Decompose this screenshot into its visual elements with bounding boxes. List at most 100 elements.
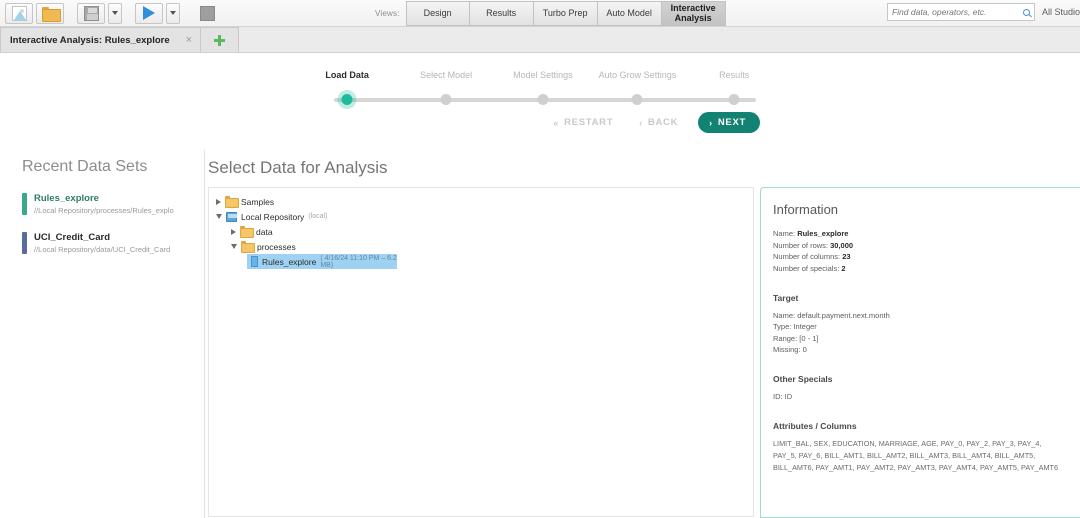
chevron-right-icon: › [709, 117, 713, 128]
open-process-button[interactable] [36, 2, 64, 24]
view-tab-interactive-analysis[interactable]: Interactive Analysis [661, 1, 726, 26]
search-icon[interactable] [1022, 8, 1030, 16]
back-button[interactable]: ‹ BACK [633, 113, 684, 132]
tree-item-sublabel: ( 4/16/24 11:10 PM – 6.2 MB) [320, 254, 397, 269]
open-folder-icon [41, 6, 61, 22]
information-heading: Information [773, 202, 839, 217]
wizard-dot-auto-grow-settings[interactable] [631, 94, 643, 105]
stop-icon [199, 5, 215, 21]
target-name-label: Name: [773, 310, 796, 320]
tree-item-label: processes [257, 241, 296, 252]
save-process-button[interactable] [77, 2, 105, 24]
recent-item-path: //Local Repository/data/UCI_Credit_Card [34, 245, 171, 254]
target-missing-row: Missing: 0 [773, 344, 1080, 356]
attributes-value: LIMIT_BAL, SEX, EDUCATION, MARRIAGE, AGE… [773, 438, 1059, 472]
recent-item-name: Rules_explore [34, 193, 99, 204]
tree-item-data[interactable]: data [214, 224, 753, 239]
data-file-icon [251, 256, 258, 267]
tab-interactive-analysis[interactable]: Interactive Analysis: Rules_explore × [0, 27, 202, 52]
search-input[interactable] [891, 7, 1021, 17]
wizard-dot-select-model[interactable] [440, 94, 452, 105]
tree-item-label: data [256, 226, 273, 237]
folder-icon [240, 226, 254, 238]
views-label: Views: [375, 9, 400, 18]
tab-title: Interactive Analysis: Rules_explore [10, 34, 170, 46]
repository-icon [226, 211, 237, 222]
information-columns-label: Number of columns: [773, 252, 841, 262]
wizard-step-select-model-label: Select Model [420, 70, 473, 80]
target-range-value: [0 - 1] [799, 333, 819, 343]
recent-data-sets-panel: Recent Data Sets Rules_explore //Local R… [0, 150, 205, 518]
wizard-dot-load-data[interactable] [341, 94, 353, 105]
search-box[interactable] [886, 3, 1035, 21]
tree-item-label: Samples [241, 196, 275, 207]
recent-item-name: UCI_Credit_Card [34, 232, 111, 243]
plus-icon [214, 34, 226, 46]
add-tab-button[interactable] [201, 27, 240, 52]
recent-item-color-bar [22, 232, 27, 254]
wizard-step-load-data-label: Load Data [325, 70, 369, 80]
wizard-steps: Load Data Select Model Model Settings Au… [325, 70, 760, 114]
chevron-right-icon[interactable] [231, 228, 236, 235]
recent-item-uci-credit-card[interactable]: UCI_Credit_Card //Local Repository/data/… [22, 232, 204, 254]
information-name-row: Name: Rules_explore [773, 228, 1080, 240]
tree-item-processes[interactable]: processes [214, 239, 753, 254]
view-tab-turbo-prep[interactable]: Turbo Prep [533, 1, 598, 26]
tree-item-label: Rules_explore [262, 256, 317, 267]
folder-icon [225, 196, 239, 208]
next-button[interactable]: › NEXT [698, 112, 760, 133]
chevron-right-icon[interactable] [216, 198, 221, 205]
run-dropdown-button[interactable] [166, 2, 180, 24]
target-name-value: default.payment.next.month [797, 310, 890, 320]
close-icon[interactable]: × [186, 34, 192, 46]
toolbar-buttons [0, 2, 221, 24]
chevron-left-icon: ‹ [639, 117, 643, 128]
wizard-nav-buttons: « RESTART ‹ BACK › NEXT [330, 112, 760, 133]
target-missing-value: 0 [802, 345, 807, 355]
save-disk-icon [83, 5, 99, 21]
target-type-row: Type: Integer [773, 321, 1080, 333]
next-label: NEXT [717, 117, 746, 128]
target-name-row: Name: default.payment.next.month [773, 310, 1080, 322]
target-range-label: Range: [773, 333, 798, 343]
information-name-label: Name: [773, 229, 796, 238]
tree-item-samples[interactable]: Samples [214, 194, 753, 209]
information-specials-value: 2 [841, 263, 846, 273]
tree-item-rules-explore[interactable]: Rules_explore ( 4/16/24 11:10 PM – 6.2 M… [247, 254, 397, 269]
tree-item-local-repository[interactable]: Local Repository (local) [214, 209, 753, 224]
run-process-button[interactable] [135, 2, 163, 24]
restart-label: RESTART [564, 117, 614, 128]
view-tab-design[interactable]: Design [405, 1, 470, 26]
information-rows-label: Number of rows: [773, 240, 829, 250]
views-tabstrip: Views: Design Results Turbo Prep Auto Mo… [375, 1, 726, 26]
wizard-dot-model-settings[interactable] [537, 94, 549, 105]
stop-process-button[interactable] [193, 3, 221, 24]
save-dropdown-button[interactable] [108, 2, 122, 24]
chevron-down-icon[interactable] [216, 214, 222, 219]
new-process-button[interactable] [5, 2, 33, 24]
wizard-step-results-label: Results [719, 70, 750, 80]
target-type-label: Type: [773, 322, 792, 332]
target-type-value: Integer [793, 322, 817, 332]
recent-item-color-bar [22, 193, 27, 215]
global-search: All Studio [886, 3, 1080, 21]
other-specials-value: ID: ID [773, 392, 793, 401]
view-tab-auto-model[interactable]: Auto Model [597, 1, 662, 26]
restart-button[interactable]: « RESTART [547, 113, 619, 132]
main-toolbar: Views: Design Results Turbo Prep Auto Mo… [0, 0, 1080, 27]
folder-icon [241, 241, 255, 253]
wizard-step-labels: Load Data Select Model Model Settings Au… [325, 70, 760, 86]
chevron-down-icon [112, 11, 118, 15]
recent-item-rules-explore[interactable]: Rules_explore //Local Repository/process… [22, 193, 204, 215]
back-label: BACK [647, 117, 679, 128]
all-studio-label[interactable]: All Studio [1035, 7, 1080, 17]
select-data-panel: Select Data for Analysis Samples Local R… [205, 150, 755, 518]
wizard-step-auto-grow-settings-label: Auto Grow Settings [598, 70, 677, 80]
recent-item-path: //Local Repository/processes/Rules_explo [34, 206, 174, 215]
wizard-dot-results[interactable] [728, 94, 740, 105]
repository-tree[interactable]: Samples Local Repository (local) data pr… [208, 187, 754, 517]
chevron-down-icon [170, 11, 176, 15]
view-tab-results[interactable]: Results [469, 1, 534, 26]
chevron-down-icon[interactable] [231, 244, 237, 249]
double-chevron-left-icon: « [553, 117, 560, 128]
